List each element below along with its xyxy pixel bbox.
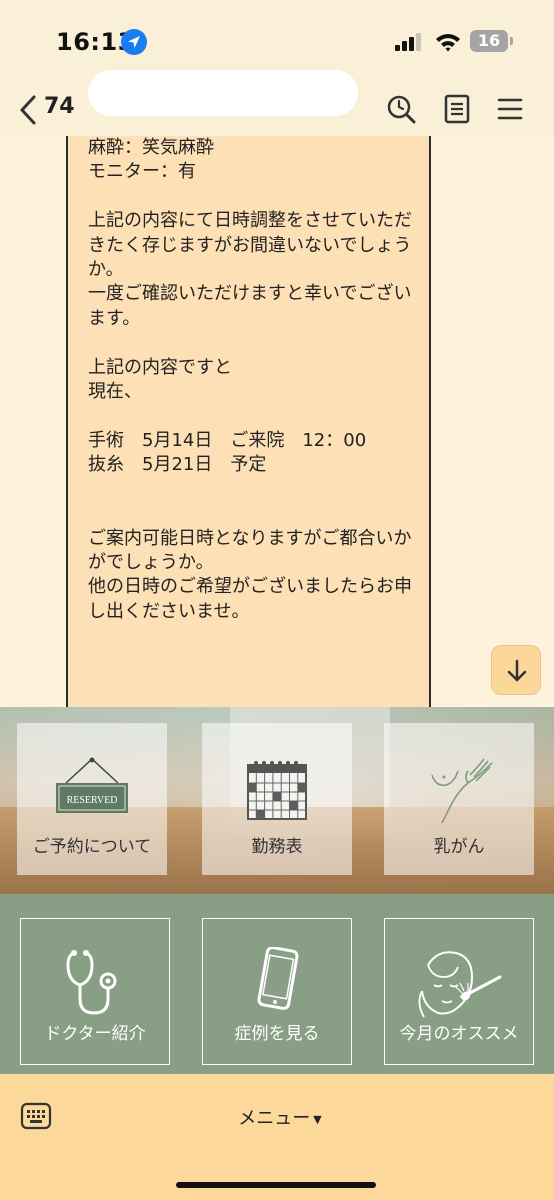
- face-beauty-icon: [418, 951, 502, 1018]
- tile-reservation[interactable]: RESERVED ご予約について: [17, 723, 167, 875]
- tile-label: ご予約について: [32, 837, 152, 857]
- tile-monthly-recommend[interactable]: 今月のオススメ: [384, 918, 534, 1065]
- keyboard-icon[interactable]: [20, 1102, 52, 1130]
- menu-toggle-label: メニュー: [238, 1108, 311, 1129]
- rich-menu-top: RESERVED ご予約について 勤務表 乳がん: [0, 707, 554, 894]
- caret-down-icon: ▼: [313, 1112, 322, 1126]
- unread-count[interactable]: 74: [44, 94, 75, 119]
- reserved-sign-icon: RESERVED: [56, 757, 128, 813]
- reserved-sign-text: RESERVED: [67, 795, 118, 806]
- tile-cases[interactable]: 症例を見る: [202, 918, 352, 1065]
- tile-schedule[interactable]: 勤務表: [202, 723, 352, 875]
- bottom-bar: メニュー ▼: [0, 1074, 554, 1200]
- wifi-icon: [436, 34, 460, 52]
- menu-toggle-button[interactable]: メニュー ▼: [200, 1104, 360, 1130]
- tile-label: 乳がん: [433, 837, 485, 857]
- tile-label: 今月のオススメ: [399, 1024, 519, 1044]
- home-indicator[interactable]: [176, 1182, 376, 1188]
- back-chevron-icon[interactable]: [18, 94, 38, 126]
- tile-breast-cancer[interactable]: 乳がん: [384, 723, 534, 875]
- tile-label: ドクター紹介: [44, 1024, 146, 1044]
- calendar-icon: [247, 761, 307, 820]
- battery-tip: [510, 37, 513, 45]
- stethoscope-icon: [66, 950, 117, 1015]
- chat-header: 74: [0, 70, 554, 136]
- location-arrow-icon: [121, 29, 147, 55]
- tile-label: 症例を見る: [234, 1024, 320, 1044]
- chat-area[interactable]: 麻酔：笑気麻酔 モニター：有 上記の内容にて日時調整をさせていただきたく存じます…: [0, 136, 554, 707]
- tile-doctor[interactable]: ドクター紹介: [20, 918, 170, 1065]
- message-text: 麻酔：笑気麻酔 モニター：有 上記の内容にて日時調整をさせていただきたく存じます…: [88, 137, 412, 622]
- cellular-signal-icon: [395, 33, 421, 51]
- scroll-down-button[interactable]: [491, 645, 541, 695]
- breast-check-icon: [431, 758, 493, 824]
- tile-label: 勤務表: [251, 837, 303, 857]
- rich-menu-bottom: ドクター紹介 症例を見る 今月のオススメ: [0, 894, 554, 1074]
- smartphone-icon: [257, 947, 299, 1010]
- arrow-down-icon: [507, 659, 527, 682]
- search-icon[interactable]: [386, 94, 416, 124]
- message-bubble[interactable]: 麻酔：笑気麻酔 モニター：有 上記の内容にて日時調整をさせていただきたく存じます…: [66, 136, 431, 707]
- hamburger-menu-icon[interactable]: [497, 94, 523, 124]
- redacted-chat-name: [88, 70, 358, 116]
- battery-icon: 16: [470, 30, 508, 52]
- notes-icon[interactable]: [444, 94, 470, 124]
